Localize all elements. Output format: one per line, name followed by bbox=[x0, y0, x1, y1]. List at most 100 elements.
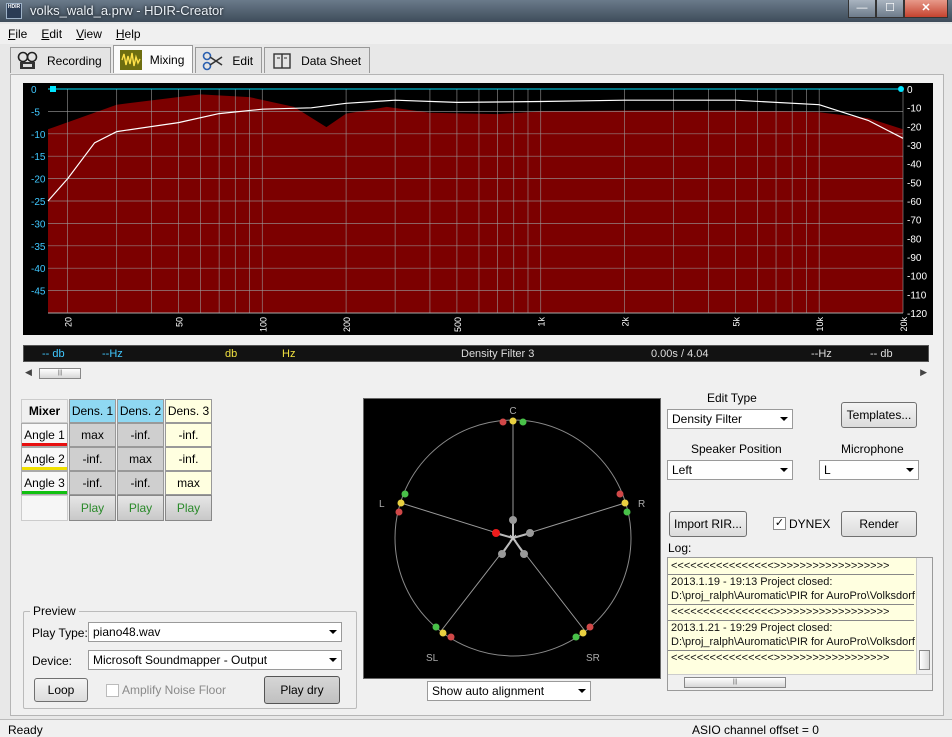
play-type-value: piano48.wav bbox=[93, 625, 161, 639]
left-tick-label: -45 bbox=[31, 287, 46, 298]
tab-recording[interactable]: Recording bbox=[10, 47, 111, 73]
readout-right-db: -- db bbox=[870, 348, 893, 360]
log-vertical-scrollbar[interactable] bbox=[916, 558, 932, 676]
speaker-position-select[interactable]: Left bbox=[667, 460, 793, 480]
play-type-label: Play Type: bbox=[32, 626, 88, 640]
mixing-panel: 0 -5 -10 -15 -20 -25 -30 -35 -40 -45 0 -10 -20 -30 -40… bbox=[10, 74, 944, 716]
chevron-down-icon bbox=[780, 417, 788, 421]
scroll-left-icon[interactable]: ◀ bbox=[25, 367, 32, 378]
chevron-down-icon bbox=[780, 468, 788, 472]
minimize-button[interactable]: — bbox=[848, 0, 876, 18]
x-tick-label: 10k bbox=[815, 317, 825, 332]
mix-cell-a1-d2[interactable]: -inf. bbox=[117, 423, 164, 447]
left-tick-label: -25 bbox=[31, 197, 46, 208]
angle-2-button[interactable]: Angle 2 bbox=[21, 447, 68, 471]
log-vscroll-thumb[interactable] bbox=[919, 650, 930, 670]
speaker-layout-view[interactable]: C L R SL SR bbox=[363, 398, 661, 679]
tab-mixing[interactable]: Mixing bbox=[112, 45, 194, 73]
mixer-corner-label: Mixer bbox=[21, 399, 68, 423]
tab-data-sheet[interactable]: Data Sheet bbox=[264, 47, 371, 73]
left-tick-label: -40 bbox=[31, 264, 46, 275]
mix-cell-a1-d3[interactable]: -inf. bbox=[165, 423, 212, 447]
log-line: D:\proj_ralph\Auromatic\PIR for AuroPro\… bbox=[671, 636, 915, 648]
x-tick-label: 5k bbox=[731, 317, 741, 327]
left-tick-label: -30 bbox=[31, 219, 46, 230]
x-tick-label: 20k bbox=[899, 317, 909, 332]
speaker-layout-svg: C L R SL SR bbox=[379, 406, 645, 664]
chevron-down-icon bbox=[329, 658, 337, 662]
angle-1-button[interactable]: Angle 1 bbox=[21, 423, 68, 447]
readout-left-hz: --Hz bbox=[102, 348, 123, 360]
scroll-right-icon[interactable]: ▶ bbox=[920, 367, 927, 378]
cursor-readout: -- db --Hz db Hz Density Filter 3 0.00s … bbox=[23, 345, 929, 362]
plot-scrollbar[interactable]: ◀ ||| ▶ bbox=[23, 367, 929, 380]
templates-button[interactable]: Templates... bbox=[841, 402, 917, 428]
density-2-header[interactable]: Dens. 2 bbox=[117, 399, 164, 423]
asio-offset-text: ASIO channel offset = 0 bbox=[692, 723, 819, 737]
play-type-select[interactable]: piano48.wav bbox=[88, 622, 342, 642]
density-1-header[interactable]: Dens. 1 bbox=[69, 399, 116, 423]
microphone-select[interactable]: L bbox=[819, 460, 919, 480]
log-line: <<<<<<<<<<<<<<<<>>>>>>>>>>>>>>>>>> bbox=[671, 652, 890, 664]
chevron-down-icon bbox=[329, 630, 337, 634]
readout-right-hz: --Hz bbox=[811, 348, 832, 360]
tab-data-sheet-label: Data Sheet bbox=[301, 53, 362, 68]
tab-edit[interactable]: Edit bbox=[195, 47, 263, 73]
microphone-value: L bbox=[824, 463, 831, 477]
log-box[interactable]: <<<<<<<<<<<<<<<<>>>>>>>>>>>>>>>>>> 2013.… bbox=[667, 557, 933, 691]
log-horizontal-scrollbar[interactable]: ||| bbox=[668, 674, 932, 690]
device-select[interactable]: Microsoft Soundmapper - Output bbox=[88, 650, 342, 670]
tab-recording-label: Recording bbox=[47, 53, 102, 68]
alignment-select[interactable]: Show auto alignment bbox=[427, 681, 591, 701]
mix-cell-a3-d3[interactable]: max bbox=[165, 471, 212, 495]
render-button[interactable]: Render bbox=[841, 511, 917, 537]
device-label: Device: bbox=[32, 654, 73, 668]
play-density-2-button[interactable]: Play bbox=[117, 495, 164, 521]
plot-scroll-thumb[interactable]: ||| bbox=[39, 368, 81, 379]
mix-cell-a2-d2[interactable]: max bbox=[117, 447, 164, 471]
close-button[interactable]: ✕ bbox=[904, 0, 948, 18]
status-text: Ready bbox=[8, 723, 43, 737]
chevron-down-icon bbox=[578, 689, 586, 693]
maximize-button[interactable]: ☐ bbox=[876, 0, 904, 18]
x-tick-label: 500 bbox=[453, 317, 463, 332]
app-icon: HDIR bbox=[6, 3, 22, 19]
speaker-position-value: Left bbox=[672, 463, 693, 477]
left-tick-label: -10 bbox=[31, 130, 46, 141]
right-tick-label: -10 bbox=[907, 104, 922, 115]
log-divider bbox=[668, 620, 914, 621]
log-line: D:\proj_ralph\Auromatic\PIR for AuroPro\… bbox=[671, 590, 915, 602]
play-density-1-button[interactable]: Play bbox=[69, 495, 116, 521]
mixer-empty-cell bbox=[21, 495, 68, 521]
left-tick-label: -35 bbox=[31, 242, 46, 253]
loop-button[interactable]: Loop bbox=[34, 678, 88, 702]
menu-view[interactable]: View bbox=[76, 27, 102, 41]
log-hscroll-thumb[interactable]: ||| bbox=[684, 677, 786, 688]
mix-cell-a3-d1[interactable]: -inf. bbox=[69, 471, 116, 495]
right-tick-label: -70 bbox=[907, 216, 922, 227]
speaker-label-sl: SL bbox=[426, 653, 439, 664]
mix-cell-a3-d2[interactable]: -inf. bbox=[117, 471, 164, 495]
menu-bar: File Edit View Help bbox=[0, 24, 952, 44]
mix-cell-a1-d1[interactable]: max bbox=[69, 423, 116, 447]
frequency-response-chart[interactable]: 0 -5 -10 -15 -20 -25 -30 -35 -40 -45 0 -10 -20 -30 -40… bbox=[23, 83, 933, 335]
menu-help[interactable]: Help bbox=[116, 27, 141, 41]
amplify-noise-checkbox[interactable] bbox=[106, 684, 119, 697]
density-3-header[interactable]: Dens. 3 bbox=[165, 399, 212, 423]
device-value: Microsoft Soundmapper - Output bbox=[93, 653, 268, 667]
import-rir-button[interactable]: Import RIR... bbox=[669, 511, 747, 537]
chevron-down-icon bbox=[906, 468, 914, 472]
log-divider bbox=[668, 574, 914, 575]
play-density-3-button[interactable]: Play bbox=[165, 495, 212, 521]
edit-type-select[interactable]: Density Filter bbox=[667, 409, 793, 429]
edit-type-label: Edit Type bbox=[707, 391, 757, 405]
angle-3-button[interactable]: Angle 3 bbox=[21, 471, 68, 495]
menu-file[interactable]: File bbox=[8, 27, 27, 41]
mix-cell-a2-d1[interactable]: -inf. bbox=[69, 447, 116, 471]
play-dry-button[interactable]: Play dry bbox=[264, 676, 340, 704]
mix-cell-a2-d3[interactable]: -inf. bbox=[165, 447, 212, 471]
menu-edit[interactable]: Edit bbox=[41, 27, 62, 41]
dynex-checkbox[interactable]: ✓ bbox=[773, 517, 786, 530]
readout-time: 0.00s / 4.04 bbox=[651, 348, 709, 360]
x-tick-label: 20 bbox=[64, 317, 74, 327]
